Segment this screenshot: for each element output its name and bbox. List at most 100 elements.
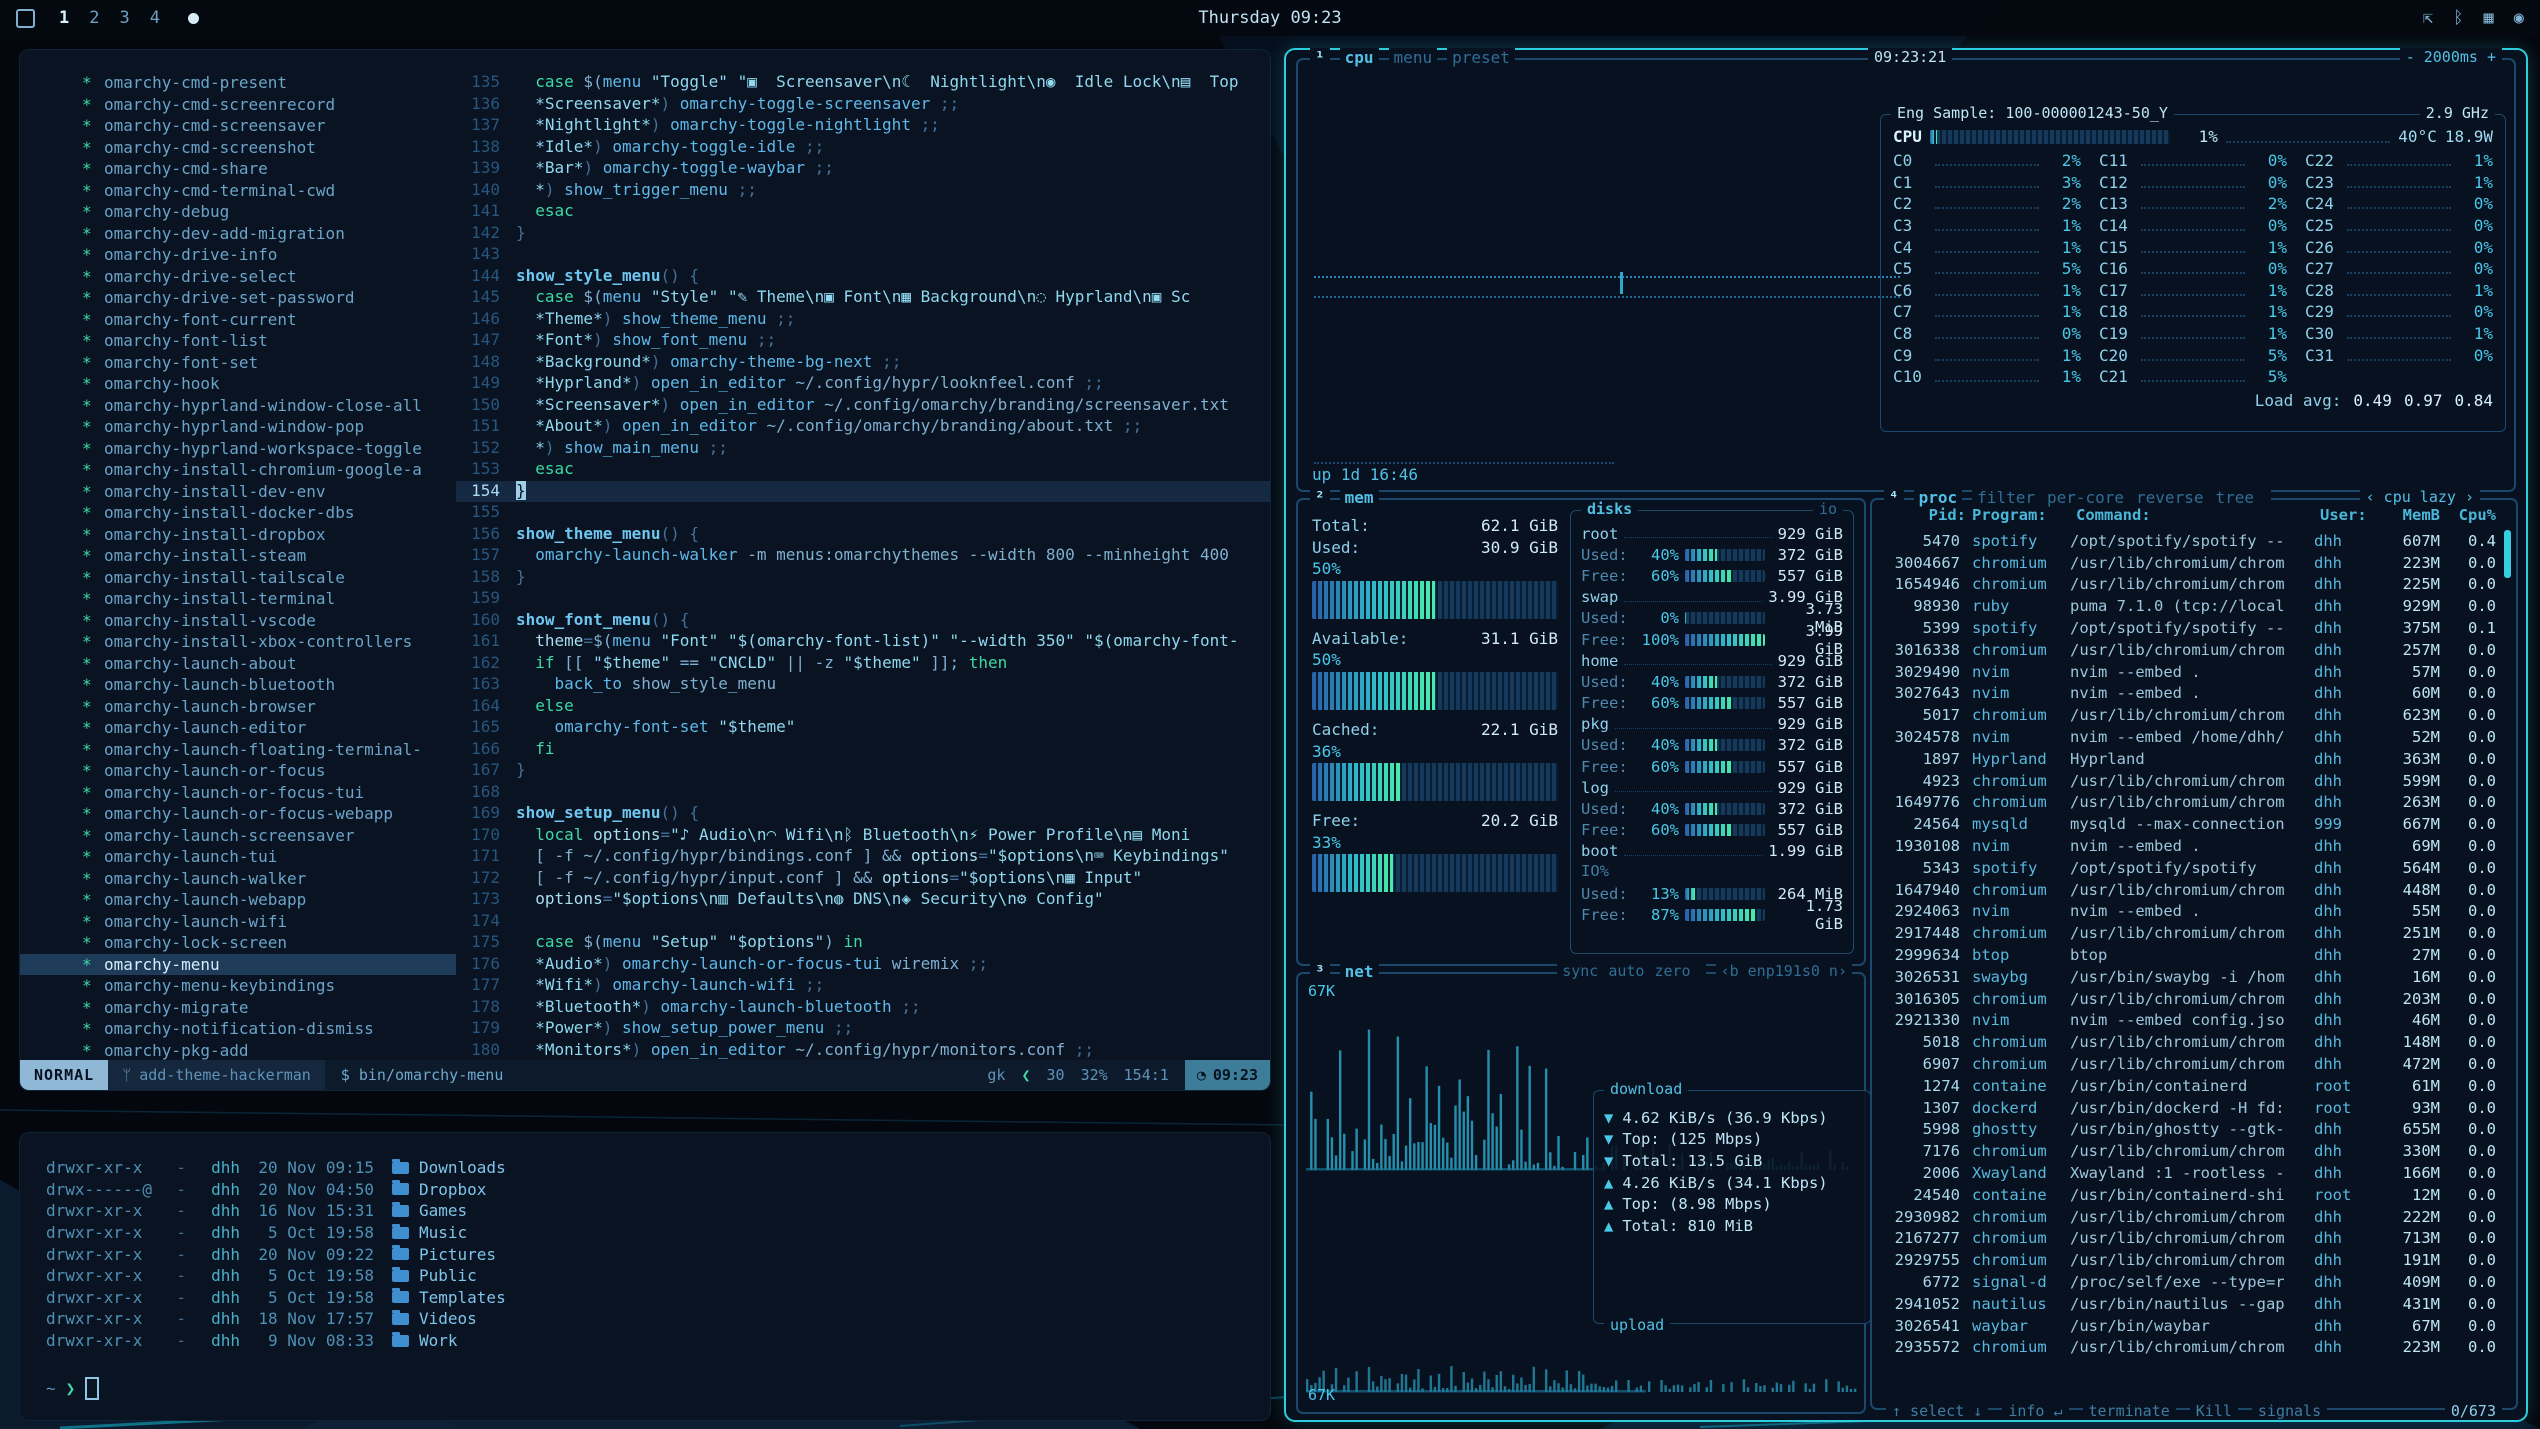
code-line[interactable]: 179 *Power*) show_setup_power_menu ;; (456, 1018, 1270, 1040)
process-row[interactable]: 1654946chromium/usr/lib/chromium/chromdh… (1884, 574, 2496, 596)
code-line[interactable]: 176 *Audio*) omarchy-launch-or-focus-tui… (456, 954, 1270, 976)
file-item[interactable]: *omarchy-menu (20, 954, 456, 976)
code-line[interactable]: 151 *About*) open_in_editor ~/.config/om… (456, 416, 1270, 438)
net-option-zero[interactable]: zero (1654, 962, 1690, 980)
process-row[interactable]: 1307dockerd/usr/bin/dockerd -H fd:root93… (1884, 1097, 2496, 1119)
proc-option-per-core[interactable]: per-core (2047, 488, 2124, 507)
code-line[interactable]: 166 fi (456, 739, 1270, 761)
file-item[interactable]: *omarchy-install-xbox-controllers (20, 631, 456, 653)
code-line[interactable]: 150 *Screensaver*) open_in_editor ~/.con… (456, 395, 1270, 417)
file-item[interactable]: *omarchy-install-terminal (20, 588, 456, 610)
code-line[interactable]: 153 esac (456, 459, 1270, 481)
file-item[interactable]: *omarchy-cmd-screensaver (20, 115, 456, 137)
code-line[interactable]: 152 *) show_main_menu ;; (456, 438, 1270, 460)
interval-minus[interactable]: - (2406, 48, 2415, 66)
process-row[interactable]: 5470spotify/opt/spotify/spotify --dhh607… (1884, 530, 2496, 552)
process-row[interactable]: 3029490nvimnvim --embed .dhh57M0.0 (1884, 661, 2496, 683)
file-item[interactable]: *omarchy-install-chromium-google-a (20, 459, 456, 481)
code-line[interactable]: 171 [ -f ~/.config/hypr/bindings.conf ] … (456, 846, 1270, 868)
file-item[interactable]: *omarchy-launch-walker (20, 868, 456, 890)
preset-button[interactable]: preset (1447, 48, 1515, 68)
code-line[interactable]: 145 case $(menu "Style" "✎ Theme\n▣ Font… (456, 287, 1270, 309)
process-row[interactable]: 5343spotify/opt/spotify/spotifydhh564M0.… (1884, 857, 2496, 879)
process-row[interactable]: 3026541waybar/usr/bin/waybardhh67M0.0 (1884, 1315, 2496, 1337)
process-scrollbar-thumb[interactable] (2504, 530, 2511, 578)
code-line[interactable]: 147 *Font*) show_font_menu ;; (456, 330, 1270, 352)
process-row[interactable]: 3026531swaybg/usr/bin/swaybg -i /homdhh1… (1884, 966, 2496, 988)
shell-prompt[interactable]: ~ ❯ (46, 1377, 99, 1400)
file-item[interactable]: *omarchy-install-dev-env (20, 481, 456, 503)
workspace-2[interactable]: 2 (89, 8, 99, 28)
process-row[interactable]: 5018chromium/usr/lib/chromium/chromdhh14… (1884, 1031, 2496, 1053)
file-item[interactable]: *omarchy-debug (20, 201, 456, 223)
process-row[interactable]: 3027643nvimnvim --embed .dhh60M0.0 (1884, 683, 2496, 705)
process-row[interactable]: 3004667chromium/usr/lib/chromium/chromdh… (1884, 552, 2496, 574)
code-line[interactable]: 167} (456, 760, 1270, 782)
file-item[interactable]: *omarchy-hyprland-workspace-toggle (20, 438, 456, 460)
code-line[interactable]: 180 *Monitors*) open_in_editor ~/.config… (456, 1040, 1270, 1061)
process-row[interactable]: 6772signal-d/proc/self/exe --type=rdhh40… (1884, 1271, 2496, 1293)
bluetooth-icon[interactable]: ᛒ (2453, 8, 2463, 28)
col-memb[interactable]: MemB (2370, 506, 2440, 524)
file-item[interactable]: *omarchy-launch-about (20, 653, 456, 675)
keyboard-icon[interactable]: ▦ (2484, 8, 2494, 28)
file-item[interactable]: *omarchy-menu-keybindings (20, 975, 456, 997)
process-row[interactable]: 3024578nvimnvim --embed /home/dhh/dhh52M… (1884, 726, 2496, 748)
col-pid[interactable]: Pid: (1884, 506, 1966, 524)
interval-plus[interactable]: + (2487, 48, 2496, 66)
file-item[interactable]: *omarchy-font-set (20, 352, 456, 374)
io-tab[interactable]: io (1813, 500, 1843, 518)
code-line[interactable]: 156show_theme_menu() { (456, 524, 1270, 546)
code-line[interactable]: 155 (456, 502, 1270, 524)
code-line[interactable]: 141 esac (456, 201, 1270, 223)
file-item[interactable]: *omarchy-hyprland-window-close-all (20, 395, 456, 417)
process-row[interactable]: 2167277chromium/usr/lib/chromium/chromdh… (1884, 1228, 2496, 1250)
col-user[interactable]: User: (2314, 506, 2370, 524)
file-item[interactable]: *omarchy-launch-screensaver (20, 825, 456, 847)
code-line[interactable]: 148 *Background*) omarchy-theme-bg-next … (456, 352, 1270, 374)
process-row[interactable]: 24540containe/usr/bin/containerd-shiroot… (1884, 1184, 2496, 1206)
power-icon[interactable]: ◉ (2514, 8, 2524, 28)
code-line[interactable]: 161 theme=$(menu "Font" "$(omarchy-font-… (456, 631, 1270, 653)
net-option-auto[interactable]: auto (1608, 962, 1644, 980)
process-row[interactable]: 2999634btopbtopdhh27M0.0 (1884, 944, 2496, 966)
process-row[interactable]: 5998ghostty/usr/bin/ghostty --gtk-dhh655… (1884, 1119, 2496, 1141)
code-line[interactable]: 169show_setup_menu() { (456, 803, 1270, 825)
process-row[interactable]: 1649776chromium/usr/lib/chromium/chromdh… (1884, 792, 2496, 814)
proc-option-tree[interactable]: tree (2215, 488, 2254, 507)
file-item[interactable]: *omarchy-launch-tui (20, 846, 456, 868)
code-line[interactable]: 174 (456, 911, 1270, 933)
process-row[interactable]: 3016338chromium/usr/lib/chromium/chromdh… (1884, 639, 2496, 661)
process-row[interactable]: 24564mysqldmysqld --max-connection999667… (1884, 813, 2496, 835)
file-item[interactable]: *omarchy-launch-webapp (20, 889, 456, 911)
col-cpu[interactable]: Cpu% (2440, 506, 2496, 524)
process-row[interactable]: 2930982chromium/usr/lib/chromium/chromdh… (1884, 1206, 2496, 1228)
file-item[interactable]: *omarchy-launch-wifi (20, 911, 456, 933)
code-line[interactable]: 178 *Bluetooth*) omarchy-launch-bluetoot… (456, 997, 1270, 1019)
process-panel-toggle[interactable]: ⁴ (1884, 488, 1904, 508)
code-line[interactable]: 177 *Wifi*) omarchy-launch-wifi ;; (456, 975, 1270, 997)
launcher-icon[interactable] (16, 9, 35, 28)
disks-tab[interactable]: disks (1581, 500, 1638, 518)
file-item[interactable]: *omarchy-cmd-terminal-cwd (20, 180, 456, 202)
code-line[interactable]: 162 if [[ "$theme" == "CNCLD" || -z "$th… (456, 653, 1270, 675)
process-row[interactable]: 1897HyprlandHyprlanddhh363M0.0 (1884, 748, 2496, 770)
footer-action[interactable]: terminate (2083, 1402, 2176, 1420)
code-line[interactable]: 168 (456, 782, 1270, 804)
file-item[interactable]: *omarchy-launch-editor (20, 717, 456, 739)
file-item[interactable]: *omarchy-drive-set-password (20, 287, 456, 309)
update-interval[interactable]: - 2000ms + (2400, 48, 2502, 66)
code-line[interactable]: 144show_style_menu() { (456, 266, 1270, 288)
file-item[interactable]: *omarchy-font-list (20, 330, 456, 352)
file-item[interactable]: *omarchy-launch-bluetooth (20, 674, 456, 696)
workspace-3[interactable]: 3 (120, 8, 130, 28)
code-line[interactable]: 149 *Hyprland*) open_in_editor ~/.config… (456, 373, 1270, 395)
text-cursor[interactable] (85, 1377, 99, 1400)
network-interface[interactable]: ‹b enp191s0 n› (1716, 962, 1852, 980)
code-line[interactable]: 140 *) show_trigger_menu ;; (456, 180, 1270, 202)
process-row[interactable]: 2924063nvimnvim --embed .dhh55M0.0 (1884, 901, 2496, 923)
proc-option-filter[interactable]: filter (1977, 488, 2035, 507)
process-row[interactable]: 2929755chromium/usr/lib/chromium/chromdh… (1884, 1249, 2496, 1271)
process-row[interactable]: 2921330nvimnvim --embed config.jsodhh46M… (1884, 1010, 2496, 1032)
file-item[interactable]: *omarchy-migrate (20, 997, 456, 1019)
